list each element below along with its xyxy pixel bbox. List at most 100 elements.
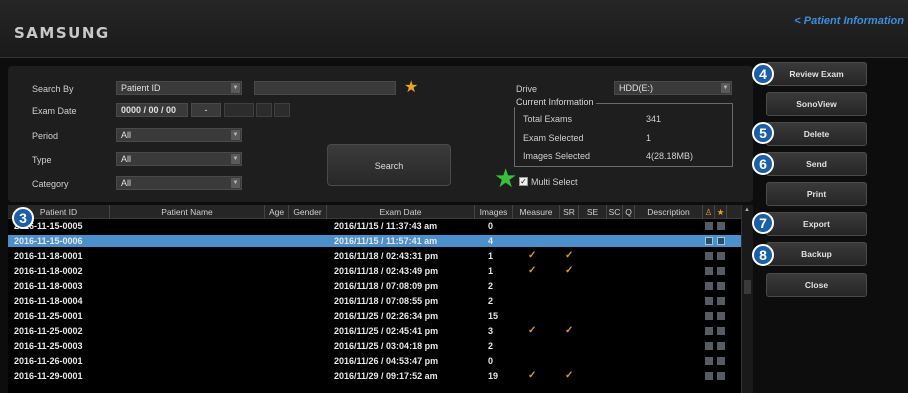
- table-row[interactable]: 2016-11-18-0003 2016/11/18 / 07:08:09 pm 2: [8, 280, 741, 292]
- print-button[interactable]: Print: [766, 182, 867, 206]
- table-row[interactable]: 2016-11-18-0001 2016/11/18 / 02:43:31 pm 1…: [8, 250, 741, 262]
- period-label: Period: [32, 131, 59, 141]
- col-age[interactable]: Age: [265, 205, 289, 219]
- scroll-up-icon[interactable]: ▲: [744, 207, 750, 213]
- col-q[interactable]: Q: [623, 205, 635, 219]
- sr-check-icon: ✓: [565, 325, 574, 336]
- col-patient-name[interactable]: Patient Name: [110, 205, 265, 219]
- sonoview-button[interactable]: SonoView: [766, 92, 867, 116]
- exam-selected-label: Exam Selected: [523, 133, 584, 143]
- scroll-thumb[interactable]: [744, 280, 751, 294]
- sr-check-icon: ✓: [565, 370, 574, 381]
- star-flag-icon[interactable]: [717, 312, 725, 320]
- cell-patient-id: 2016-11-18-0002: [14, 266, 83, 276]
- col-lock-icon[interactable]: ♙: [703, 205, 715, 219]
- lock-flag-icon[interactable]: [705, 252, 713, 260]
- table-row[interactable]: 2016-11-29-0001 2016/11/29 / 09:17:52 am 1…: [8, 370, 741, 382]
- col-images[interactable]: Images: [475, 205, 513, 219]
- star-flag-icon[interactable]: [717, 327, 725, 335]
- lock-flag-icon[interactable]: [705, 312, 713, 320]
- lock-flag-icon[interactable]: [705, 297, 713, 305]
- search-by-select[interactable]: Patient ID ▼: [116, 81, 242, 95]
- table-row[interactable]: 2016-11-18-0002 2016/11/18 / 02:43:49 pm 1…: [8, 265, 741, 277]
- multi-select-checkbox[interactable]: ✓: [519, 177, 528, 186]
- table-row[interactable]: 2016-11-26-0001 2016/11/26 / 04:53:47 pm 0: [8, 355, 741, 367]
- callout-5: 5: [752, 122, 774, 144]
- table-row[interactable]: 2016-11-18-0004 2016/11/18 / 07:08:55 pm 2: [8, 295, 741, 307]
- exam-date-end-month[interactable]: [256, 103, 272, 117]
- table-row[interactable]: 2016-11-25-0002 2016/11/25 / 02:45:41 pm 3…: [8, 325, 741, 337]
- star-flag-icon[interactable]: [717, 372, 725, 380]
- backup-button[interactable]: Backup: [766, 242, 867, 266]
- table-row[interactable]: 2016-11-25-0001 2016/11/25 / 02:26:34 pm 1…: [8, 310, 741, 322]
- lock-flag-icon[interactable]: [705, 327, 713, 335]
- exam-date-start-input[interactable]: 0000 / 00 / 00: [116, 103, 188, 117]
- drive-select[interactable]: HDD(E:) ▼: [614, 81, 732, 95]
- delete-button[interactable]: Delete: [766, 122, 867, 146]
- title-bar: SAMSUNG < Patient Information: [0, 0, 908, 58]
- col-measure[interactable]: Measure: [513, 205, 560, 219]
- date-range-separator: -: [191, 103, 221, 117]
- search-text-input[interactable]: [254, 81, 396, 95]
- export-button[interactable]: Export: [766, 212, 867, 236]
- lock-flag-icon[interactable]: [705, 342, 713, 350]
- favorite-star-icon[interactable]: ★: [404, 80, 418, 96]
- breadcrumb[interactable]: < Patient Information: [794, 15, 904, 27]
- star-flag-icon[interactable]: [717, 342, 725, 350]
- cell-images: 3: [488, 326, 494, 336]
- cell-images: 1: [488, 266, 494, 276]
- lock-flag-icon[interactable]: [705, 222, 713, 230]
- measure-check-icon: ✓: [528, 370, 537, 381]
- total-exams-value: 341: [646, 114, 662, 124]
- chevron-down-icon: ▼: [231, 154, 240, 164]
- period-select[interactable]: All ▼: [116, 128, 242, 142]
- type-label: Type: [32, 155, 52, 165]
- search-button[interactable]: Search: [327, 144, 451, 186]
- images-selected-value: 4(28.18MB): [646, 151, 694, 161]
- star-flag-icon[interactable]: [717, 282, 725, 290]
- table-row[interactable]: 2016-11-15-0006 2016/11/15 / 11:57:41 am 4: [8, 235, 741, 247]
- table-scrollbar[interactable]: ▲: [741, 205, 753, 393]
- star-flag-icon[interactable]: [717, 222, 725, 230]
- chevron-down-icon: ▼: [231, 83, 240, 93]
- measure-check-icon: ✓: [528, 265, 537, 276]
- category-select[interactable]: All ▼: [116, 176, 242, 190]
- star-flag-icon[interactable]: [717, 267, 725, 275]
- star-flag-icon[interactable]: [717, 252, 725, 260]
- table-row[interactable]: 2016-11-25-0003 2016/11/25 / 03:04:18 pm 2: [8, 340, 741, 352]
- col-sr[interactable]: SR: [560, 205, 579, 219]
- green-star-marker-icon: ★: [494, 163, 518, 193]
- star-flag-icon[interactable]: [717, 357, 725, 365]
- col-exam-date[interactable]: Exam Date: [327, 205, 475, 219]
- col-star-icon[interactable]: ★: [715, 205, 727, 219]
- exam-date-end-day[interactable]: [274, 103, 290, 117]
- col-description[interactable]: Description: [635, 205, 703, 219]
- lock-flag-icon[interactable]: [705, 267, 713, 275]
- table-header: Patient ID Patient Name Age Gender Exam …: [8, 205, 741, 219]
- cell-images: 2: [488, 281, 494, 291]
- cell-exam-date: 2016/11/26 / 04:53:47 pm: [334, 356, 439, 366]
- col-sc[interactable]: SC: [607, 205, 623, 219]
- review-exam-button[interactable]: Review Exam: [766, 62, 867, 86]
- send-button[interactable]: Send: [766, 152, 867, 176]
- measure-check-icon: ✓: [528, 325, 537, 336]
- cell-exam-date: 2016/11/18 / 02:43:31 pm: [334, 251, 439, 261]
- cell-exam-date: 2016/11/25 / 02:26:34 pm: [334, 311, 439, 321]
- search-panel: Search By Patient ID ▼ ★ Exam Date 0000 …: [8, 66, 753, 202]
- cell-patient-id: 2016-11-25-0003: [14, 341, 83, 351]
- star-flag-icon[interactable]: [717, 237, 725, 245]
- col-gender[interactable]: Gender: [289, 205, 327, 219]
- lock-flag-icon[interactable]: [705, 372, 713, 380]
- table-row[interactable]: 2016-11-15-0005 2016/11/15 / 11:37:43 am 0: [8, 220, 741, 232]
- cell-exam-date: 2016/11/15 / 11:37:43 am: [334, 221, 438, 231]
- type-select[interactable]: All ▼: [116, 152, 242, 166]
- star-flag-icon[interactable]: [717, 297, 725, 305]
- col-se[interactable]: SE: [579, 205, 607, 219]
- exam-date-end-year[interactable]: [224, 103, 254, 117]
- lock-flag-icon[interactable]: [705, 282, 713, 290]
- cell-images: 2: [488, 296, 494, 306]
- lock-flag-icon[interactable]: [705, 237, 713, 245]
- lock-flag-icon[interactable]: [705, 357, 713, 365]
- cell-images: 15: [488, 311, 499, 321]
- close-button[interactable]: Close: [766, 273, 867, 297]
